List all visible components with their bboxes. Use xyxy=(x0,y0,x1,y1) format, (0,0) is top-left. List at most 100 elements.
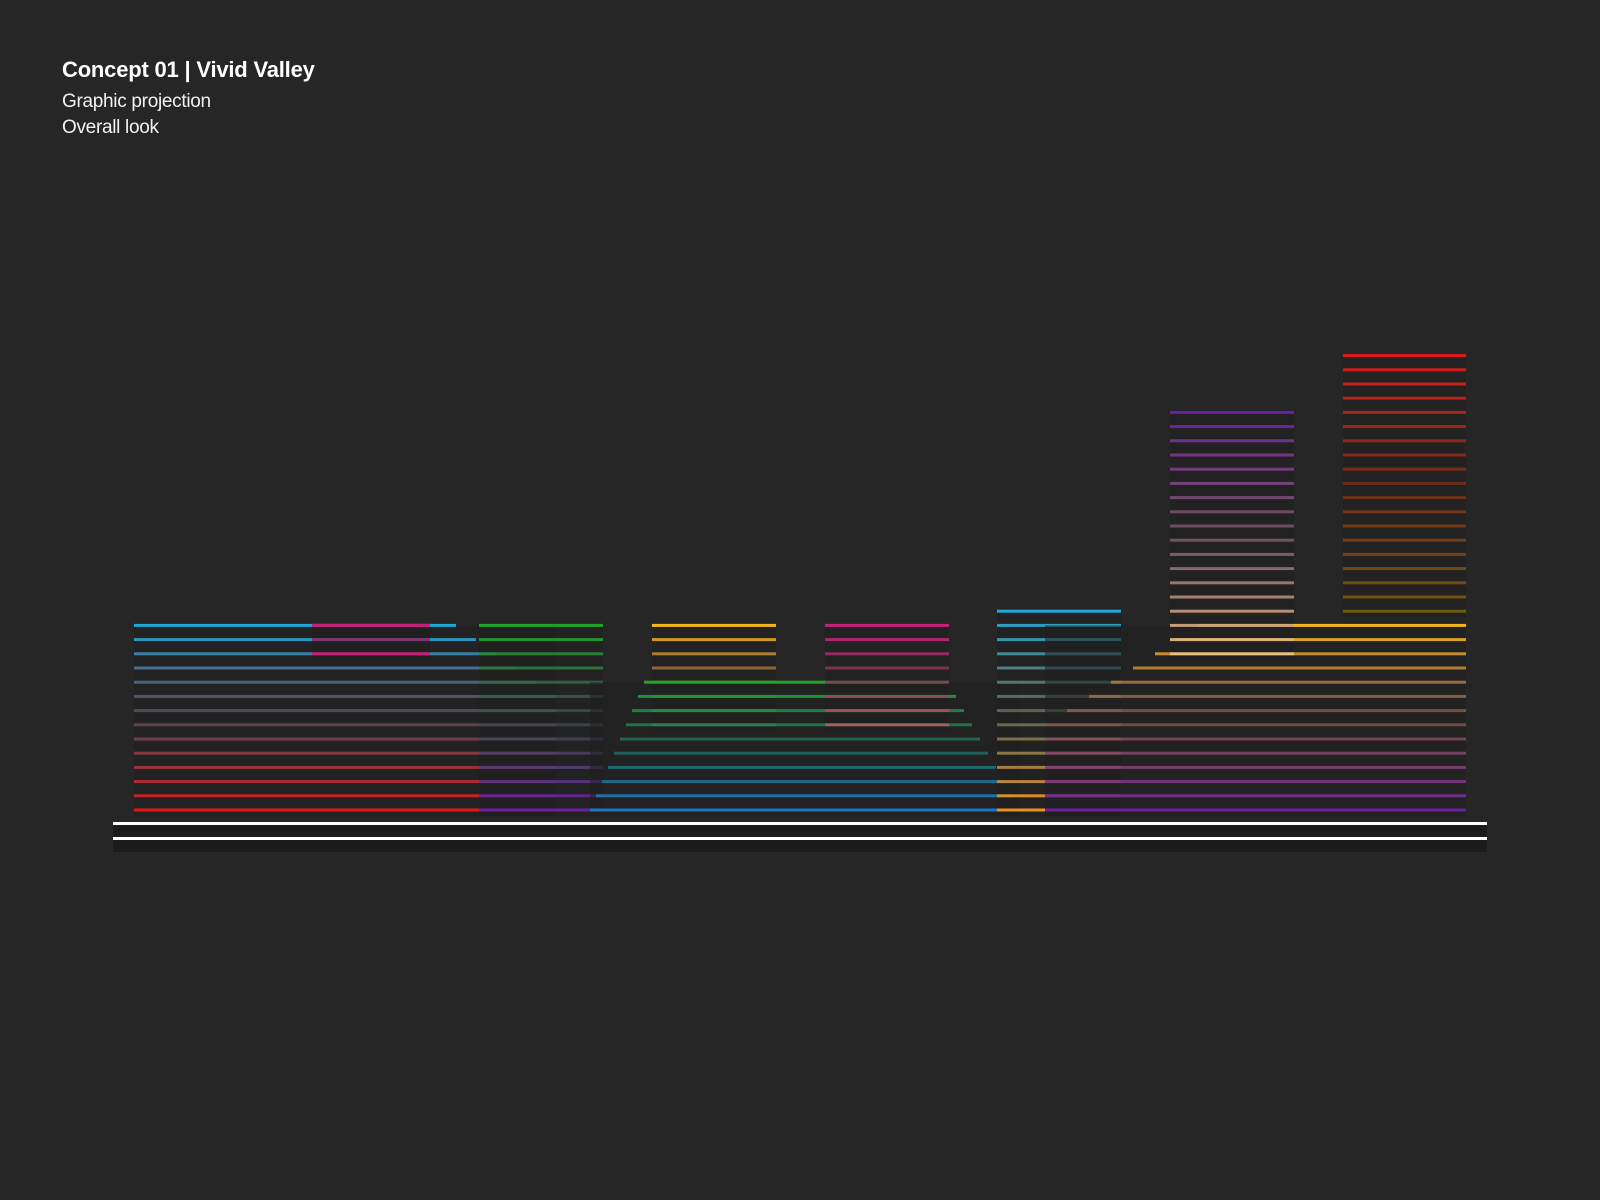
floor-line xyxy=(1170,638,1294,642)
floor-line xyxy=(652,623,776,627)
floor-line xyxy=(1343,609,1466,613)
floor-line xyxy=(1170,538,1294,542)
floor-line xyxy=(1343,567,1466,571)
building-terrace-center xyxy=(590,680,1020,816)
building-body xyxy=(825,625,949,731)
floor-line xyxy=(479,680,603,684)
floor-line xyxy=(620,737,980,741)
ground-layer xyxy=(113,822,1487,852)
building-body xyxy=(1170,412,1294,660)
floor-line xyxy=(652,638,776,642)
floor-line xyxy=(1170,439,1294,443)
floor-line xyxy=(1170,453,1294,457)
floor-line xyxy=(1343,410,1466,414)
floor-line xyxy=(479,780,603,784)
floor-line xyxy=(479,694,603,698)
floor-line xyxy=(825,638,949,642)
floor-line xyxy=(1170,510,1294,514)
floor-line xyxy=(1343,382,1466,386)
ground-line-2 xyxy=(113,837,1487,840)
floor-line xyxy=(1170,481,1294,485)
floor-line xyxy=(1343,396,1466,400)
floor-line xyxy=(1343,453,1466,457)
floor-line xyxy=(1343,496,1466,500)
floor-line xyxy=(1170,652,1294,656)
floor-line xyxy=(1045,723,1466,727)
floor-line xyxy=(479,751,603,755)
floor-line xyxy=(479,652,603,656)
floor-line xyxy=(1343,368,1466,372)
floor-line xyxy=(1045,794,1466,798)
floor-line xyxy=(1170,410,1294,414)
floor-line xyxy=(1343,467,1466,471)
floor-line xyxy=(1089,694,1466,698)
floor-line xyxy=(825,723,949,727)
floor-line xyxy=(1170,524,1294,528)
building-block-west-cap xyxy=(312,623,430,660)
floor-line xyxy=(614,751,988,755)
floor-line xyxy=(1133,666,1466,670)
building-tower-violet xyxy=(1170,410,1294,660)
floor-line xyxy=(312,652,430,656)
floor-line xyxy=(1343,510,1466,514)
floor-line xyxy=(479,638,603,642)
buildings-layer xyxy=(134,354,1466,816)
floor-line xyxy=(1045,780,1466,784)
floor-line xyxy=(825,666,949,670)
building-tower-magenta xyxy=(825,623,949,731)
floor-line xyxy=(1343,439,1466,443)
floor-line xyxy=(479,737,603,741)
floor-line xyxy=(1045,737,1466,741)
floor-line xyxy=(1170,496,1294,500)
floor-line xyxy=(596,794,1012,798)
floor-line xyxy=(1170,567,1294,571)
floor-line xyxy=(1343,538,1466,542)
floor-line xyxy=(1111,680,1466,684)
floor-line xyxy=(652,666,776,670)
floor-line xyxy=(1343,425,1466,429)
floor-line xyxy=(1343,524,1466,528)
floor-line xyxy=(825,623,949,627)
floor-line xyxy=(1170,623,1294,627)
floor-line xyxy=(825,694,949,698)
floor-line xyxy=(312,623,430,627)
floor-line xyxy=(1343,581,1466,585)
floor-line xyxy=(1170,425,1294,429)
floor-line xyxy=(479,765,603,769)
elevation-diagram xyxy=(113,354,1487,852)
floor-line xyxy=(479,623,603,627)
building-tower-green xyxy=(479,623,603,816)
floor-line xyxy=(479,666,603,670)
floor-line xyxy=(997,609,1121,613)
floor-line xyxy=(1045,751,1466,755)
floor-line xyxy=(825,709,949,713)
floor-line xyxy=(608,765,996,769)
floor-line xyxy=(1170,467,1294,471)
floor-line xyxy=(1343,481,1466,485)
floor-line xyxy=(825,680,949,684)
floor-line xyxy=(652,652,776,656)
floor-line xyxy=(1045,808,1466,812)
floor-line xyxy=(1170,595,1294,599)
ground-line-1 xyxy=(113,822,1487,825)
building-tower-red xyxy=(1343,354,1466,618)
floor-line xyxy=(1170,552,1294,556)
floor-line xyxy=(1045,765,1466,769)
floor-line xyxy=(479,709,603,713)
building-body xyxy=(1343,355,1466,618)
floor-line xyxy=(1170,609,1294,613)
floor-line xyxy=(479,723,603,727)
floor-line xyxy=(1343,552,1466,556)
floor-line xyxy=(479,794,603,798)
floor-line xyxy=(602,780,1004,784)
floor-line xyxy=(134,680,536,684)
floor-line xyxy=(479,808,603,812)
floor-line xyxy=(825,652,949,656)
floor-line xyxy=(1170,581,1294,585)
floor-line xyxy=(1343,354,1466,358)
floor-line xyxy=(1343,595,1466,599)
floor-line xyxy=(590,808,1020,812)
floor-line xyxy=(134,666,516,670)
floor-line xyxy=(312,638,430,642)
floor-line xyxy=(1067,709,1466,713)
